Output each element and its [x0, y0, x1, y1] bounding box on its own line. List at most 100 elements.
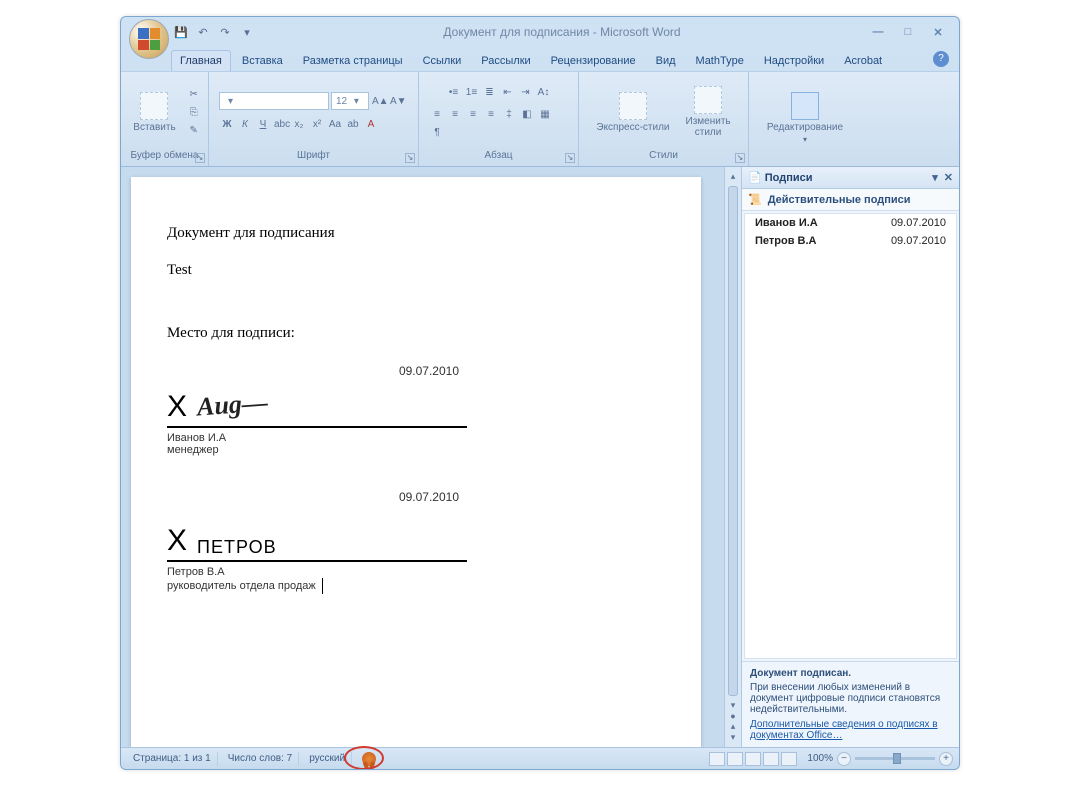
font-color-icon[interactable]: A [363, 116, 379, 132]
document-scroll[interactable]: Документ для подписания Test Место для п… [121, 167, 724, 747]
quick-styles-button[interactable]: Экспресс-стили [590, 88, 675, 137]
strike-icon[interactable]: abc [273, 116, 289, 132]
multilevel-icon[interactable]: ≣ [482, 84, 498, 100]
format-painter-icon[interactable]: ✎ [186, 122, 202, 138]
zoom-value[interactable]: 100% [807, 753, 833, 764]
valid-seal-icon: 📜 [748, 193, 762, 206]
tab-acrobat[interactable]: Acrobat [835, 50, 891, 71]
pane-footer-title: Документ подписан. [750, 668, 951, 679]
tab-mailings[interactable]: Рассылки [472, 50, 539, 71]
cut-icon[interactable]: ✂ [186, 86, 202, 102]
pilcrow-icon[interactable]: ¶ [429, 124, 445, 140]
pane-footer-body: При внесении любых изменений в документ … [750, 682, 951, 715]
group-launcher[interactable]: ↘ [735, 153, 745, 163]
window-title: Документ для подписания - Microsoft Word [255, 25, 869, 39]
zoom-out-button[interactable]: − [837, 752, 851, 766]
pane-dropdown-icon[interactable]: ▾ [932, 171, 938, 184]
subscript-icon[interactable]: x₂ [291, 116, 307, 132]
sig-row-name: Иванов И.А [755, 217, 818, 229]
pane-footer: Документ подписан. При внесении любых из… [742, 661, 959, 747]
view-web-layout[interactable] [745, 752, 761, 766]
signature-block-2[interactable]: 09.07.2010 X ПЕТРОВ Петров В.А руководит… [167, 490, 467, 594]
tab-insert[interactable]: Вставка [233, 50, 292, 71]
tab-pagelayout[interactable]: Разметка страницы [294, 50, 412, 71]
status-bar: Страница: 1 из 1 Число слов: 7 русский 1… [121, 747, 959, 769]
ribbon: Вставить ✂ ⎘ ✎ Буфер обмена ↘ ▾ 12 ▾ A▲ … [121, 71, 959, 167]
numbering-icon[interactable]: 1≡ [464, 84, 480, 100]
sig1-name: Иванов И.А [167, 432, 467, 444]
justify-icon[interactable]: ≡ [483, 106, 499, 122]
sort-icon[interactable]: A↕ [536, 84, 552, 100]
view-draft[interactable] [781, 752, 797, 766]
group-font: ▾ 12 ▾ A▲ A▼ Ж К Ч abc x₂ x² Aa ab A Шри [209, 72, 419, 166]
office-button[interactable] [129, 19, 169, 59]
status-language[interactable]: русский [303, 752, 352, 766]
tab-addins[interactable]: Надстройки [755, 50, 833, 71]
quick-styles-icon [619, 92, 647, 120]
signature-row[interactable]: Петров В.А 09.07.2010 [745, 232, 956, 250]
status-page[interactable]: Страница: 1 из 1 [127, 752, 218, 766]
clear-format-icon[interactable]: Aa [327, 116, 343, 132]
doc-place: Место для подписи: [167, 325, 665, 342]
signature-block-1[interactable]: 09.07.2010 X Aug— Иванов И.А менеджер [167, 364, 467, 456]
shading-icon[interactable]: ◧ [519, 106, 535, 122]
bold-icon[interactable]: Ж [219, 116, 235, 132]
view-full-screen[interactable] [727, 752, 743, 766]
chevron-down-icon[interactable]: ▾ [239, 24, 255, 40]
doc-body: Test [167, 262, 665, 279]
quick-access-toolbar: 💾 ↶ ↷ ▾ [173, 24, 255, 40]
redo-icon[interactable]: ↷ [217, 24, 233, 40]
align-right-icon[interactable]: ≡ [465, 106, 481, 122]
paste-button[interactable]: Вставить [127, 88, 181, 137]
tab-mathtype[interactable]: MathType [687, 50, 753, 71]
indent-icon[interactable]: ⇥ [518, 84, 534, 100]
grow-font-icon[interactable]: A▲ [371, 93, 387, 109]
status-words[interactable]: Число слов: 7 [222, 752, 299, 766]
view-outline[interactable] [763, 752, 779, 766]
help-icon[interactable]: ? [933, 51, 949, 67]
line-spacing-icon[interactable]: ‡ [501, 106, 517, 122]
zoom-in-button[interactable]: + [939, 752, 953, 766]
group-launcher[interactable]: ↘ [195, 153, 205, 163]
tab-references[interactable]: Ссылки [414, 50, 471, 71]
minimize-button[interactable]: — [869, 26, 887, 39]
zoom-slider[interactable] [855, 757, 935, 760]
document-page[interactable]: Документ для подписания Test Место для п… [131, 177, 701, 747]
underline-icon[interactable]: Ч [255, 116, 271, 132]
font-size-combo[interactable]: 12 ▾ [331, 92, 369, 110]
view-print-layout[interactable] [709, 752, 725, 766]
editing-button[interactable]: Редактирование ▾ [761, 88, 849, 148]
tab-review[interactable]: Рецензирование [542, 50, 645, 71]
bullets-icon[interactable]: •≡ [446, 84, 462, 100]
tab-home[interactable]: Главная [171, 50, 231, 71]
pane-close-icon[interactable]: ✕ [944, 171, 953, 184]
highlight-icon[interactable]: ab [345, 116, 361, 132]
sig2-stamp: ПЕТРОВ [197, 537, 277, 558]
borders-icon[interactable]: ▦ [537, 106, 553, 122]
change-styles-button[interactable]: Изменить стили [680, 82, 737, 142]
editing-label: Редактирование [767, 122, 843, 133]
sig2-line: X ПЕТРОВ [167, 510, 467, 562]
group-paragraph: •≡ 1≡ ≣ ⇤ ⇥ A↕ ≡ ≡ ≡ ≡ ‡ ◧ ▦ ¶ [419, 72, 579, 166]
shrink-font-icon[interactable]: A▼ [389, 93, 405, 109]
copy-icon[interactable]: ⎘ [186, 104, 202, 120]
signature-row[interactable]: Иванов И.А 09.07.2010 [745, 214, 956, 232]
font-name-combo[interactable]: ▾ [219, 92, 329, 110]
vertical-scrollbar[interactable]: ▴ ▾ ● ▴ ▾ [724, 167, 741, 747]
sig1-role: менеджер [167, 444, 467, 456]
outdent-icon[interactable]: ⇤ [500, 84, 516, 100]
superscript-icon[interactable]: x² [309, 116, 325, 132]
maximize-button[interactable]: □ [899, 26, 917, 39]
group-launcher[interactable]: ↘ [565, 153, 575, 163]
tab-view[interactable]: Вид [647, 50, 685, 71]
signatures-list[interactable]: Иванов И.А 09.07.2010 Петров В.А 09.07.2… [744, 213, 957, 659]
italic-icon[interactable]: К [237, 116, 253, 132]
pane-footer-link[interactable]: Дополнительные сведения о подписях в док… [750, 719, 951, 741]
align-center-icon[interactable]: ≡ [447, 106, 463, 122]
group-launcher[interactable]: ↘ [405, 153, 415, 163]
align-left-icon[interactable]: ≡ [429, 106, 445, 122]
status-signature-indicator[interactable] [356, 752, 382, 766]
undo-icon[interactable]: ↶ [195, 24, 211, 40]
save-icon[interactable]: 💾 [173, 24, 189, 40]
close-button[interactable]: ✕ [929, 26, 947, 39]
